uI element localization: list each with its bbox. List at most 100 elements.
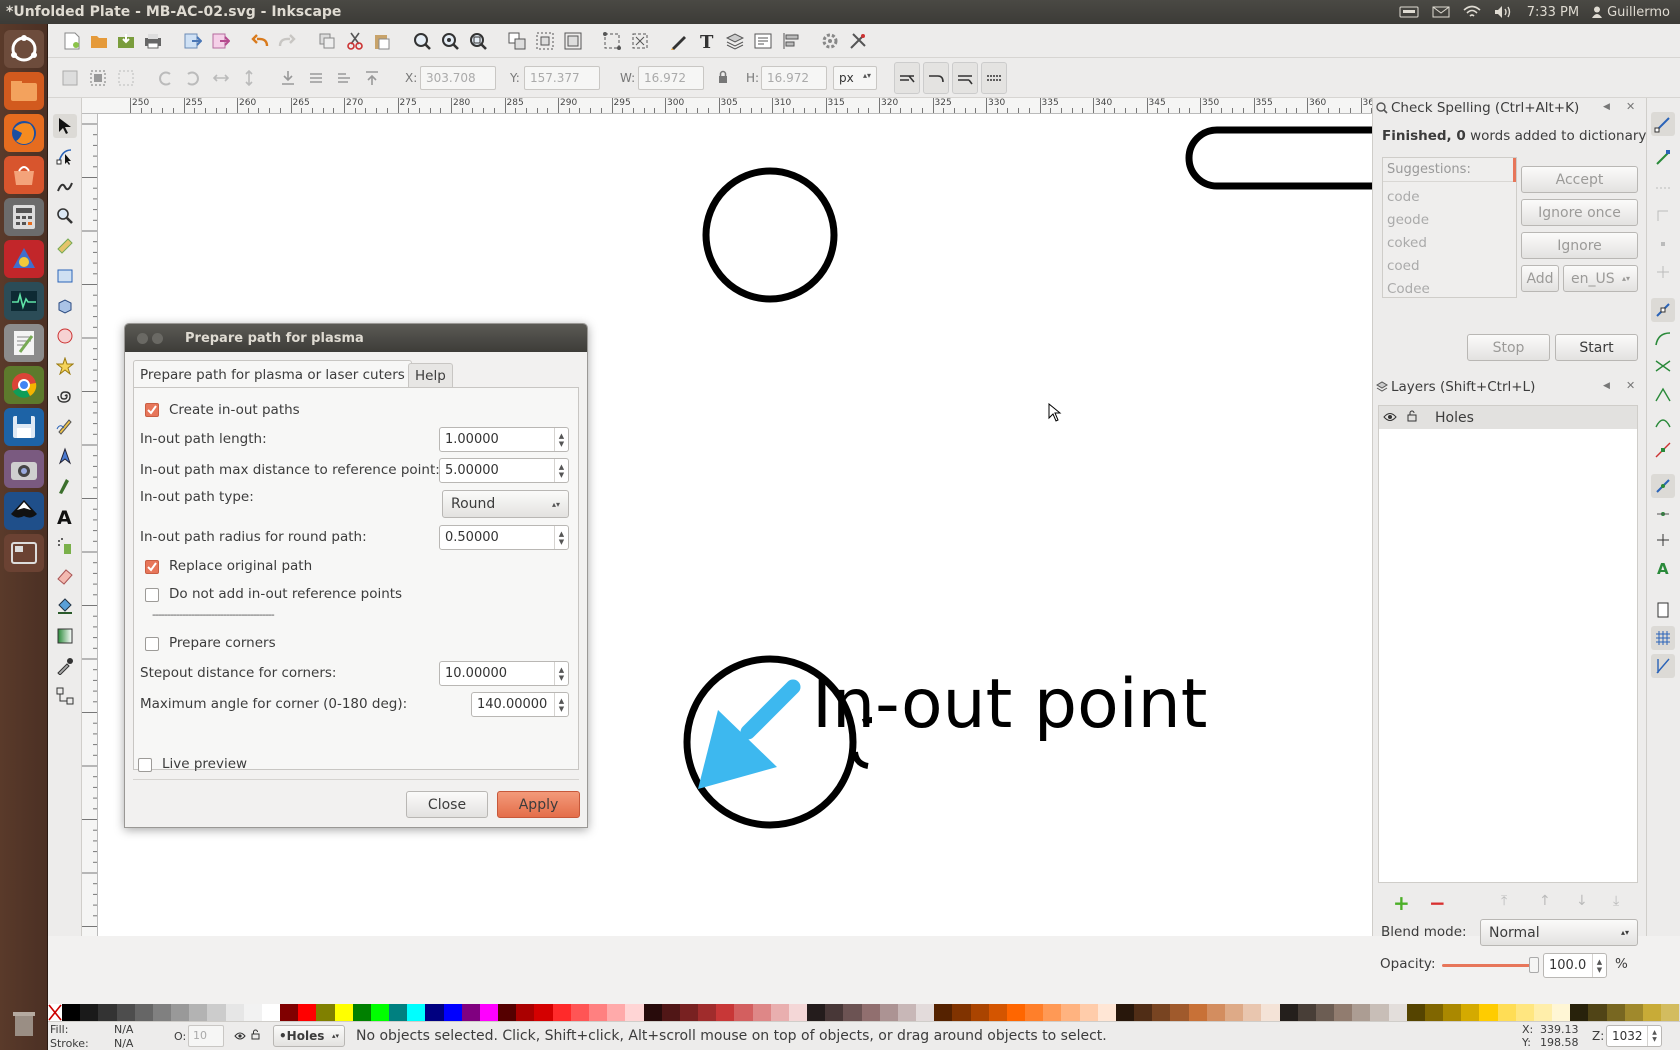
scale-stroke-icon[interactable] (894, 62, 920, 94)
lock-icon[interactable] (251, 1029, 260, 1044)
zoom-selection-icon[interactable] (411, 30, 433, 52)
layer-down-icon[interactable]: ↓ (1576, 893, 1588, 909)
snap-cusp-nodes-icon[interactable] (1651, 382, 1675, 406)
text-font-icon[interactable]: T (696, 30, 718, 52)
opacity-o-field[interactable]: 10 (188, 1025, 224, 1047)
ellipse-tool-icon[interactable] (53, 324, 77, 348)
color-swatch[interactable] (952, 1004, 971, 1021)
lower-icon[interactable] (305, 67, 327, 89)
inout-point-label[interactable]: In-out point (812, 671, 1207, 739)
layer-up-icon[interactable]: ↑ (1539, 893, 1551, 909)
snap-page-border-icon[interactable] (1651, 598, 1675, 622)
rotate-ccw-icon[interactable] (154, 67, 176, 89)
panel-iconify-icon[interactable]: ◀ (1603, 381, 1610, 391)
color-swatch[interactable] (916, 1004, 935, 1021)
connector-tool-icon[interactable] (53, 684, 77, 708)
snap-guides-icon[interactable] (1651, 654, 1675, 678)
spinner-arrows-icon[interactable]: ▲ ▼ (554, 662, 568, 685)
calculator-icon[interactable] (4, 198, 44, 236)
color-swatch[interactable] (1570, 1004, 1589, 1021)
color-swatch[interactable] (116, 1004, 135, 1021)
snap-paths-icon[interactable] (1651, 326, 1675, 350)
color-swatch[interactable] (1552, 1004, 1571, 1021)
print-icon[interactable] (142, 30, 164, 52)
color-swatch[interactable] (1424, 1004, 1444, 1021)
node-tool-icon[interactable] (53, 144, 77, 168)
create-inout-checkbox[interactable] (145, 403, 159, 417)
color-swatch[interactable] (225, 1004, 244, 1021)
color-swatch[interactable] (461, 1004, 480, 1021)
color-swatch[interactable] (679, 1004, 699, 1021)
color-swatch[interactable] (897, 1004, 917, 1021)
close-button[interactable]: Close (406, 791, 488, 818)
spinner-arrows-icon[interactable]: ▲ ▼ (554, 428, 568, 451)
color-swatch[interactable] (1461, 1004, 1480, 1021)
color-swatch[interactable] (1624, 1004, 1643, 1021)
color-swatch[interactable] (1025, 1004, 1044, 1021)
layer-top-icon[interactable]: ⤒ (1501, 893, 1507, 909)
wifi-icon[interactable] (1463, 5, 1481, 19)
snap-rotation-center-icon[interactable] (1651, 528, 1675, 552)
snap-nodes-icon[interactable] (1651, 298, 1675, 322)
suggestion-item[interactable]: geode (1387, 209, 1512, 232)
color-swatch[interactable] (516, 1004, 535, 1021)
ubuntu-dash-icon[interactable] (4, 30, 44, 68)
suggestion-item[interactable]: coked (1387, 232, 1512, 255)
color-swatch[interactable] (1297, 1004, 1316, 1021)
color-swatch[interactable] (1388, 1004, 1407, 1021)
color-swatch[interactable] (788, 1004, 808, 1021)
redo-icon[interactable] (276, 30, 298, 52)
document-properties-icon[interactable] (847, 30, 869, 52)
spinner-arrows-icon[interactable]: ▲ ▼ (554, 526, 568, 549)
align-icon[interactable] (601, 30, 623, 52)
color-swatch[interactable] (1115, 1004, 1135, 1021)
color-swatch[interactable] (1443, 1004, 1462, 1021)
workspace-icon[interactable] (4, 534, 44, 572)
preferences-icon[interactable] (819, 30, 841, 52)
color-swatch[interactable] (62, 1004, 81, 1021)
select-all-layers-icon[interactable] (87, 67, 109, 89)
color-swatch[interactable] (152, 1004, 172, 1021)
color-swatch[interactable] (134, 1004, 153, 1021)
pen-tool-icon[interactable] (53, 444, 77, 468)
text-tool-icon[interactable]: A (53, 504, 77, 528)
close-window-icon[interactable] (137, 332, 148, 344)
visibility-icon[interactable] (234, 1030, 246, 1045)
xml-editor-icon[interactable] (668, 30, 690, 52)
color-swatch[interactable] (1606, 1004, 1625, 1021)
color-swatch[interactable] (1188, 1004, 1207, 1021)
inkscape-icon[interactable] (4, 492, 44, 530)
panel-iconify-icon[interactable]: ◀ (1603, 102, 1610, 112)
color-swatch[interactable] (370, 1004, 390, 1021)
flip-vertical-icon[interactable] (238, 67, 260, 89)
chrome-icon[interactable] (4, 366, 44, 404)
color-swatch[interactable] (534, 1004, 553, 1021)
start-button[interactable]: Start (1555, 334, 1638, 361)
apply-button[interactable]: Apply (497, 791, 580, 818)
eye-icon[interactable] (1379, 410, 1401, 426)
clone-icon[interactable] (562, 30, 584, 52)
y-field[interactable]: 157.377 (524, 66, 600, 90)
color-swatch[interactable] (552, 1004, 571, 1021)
eraser-tool-icon[interactable] (53, 564, 77, 588)
color-swatch[interactable] (425, 1004, 444, 1021)
lock-icon[interactable] (718, 70, 728, 88)
deselect-icon[interactable] (115, 67, 137, 89)
snap-enable-icon[interactable] (1651, 112, 1675, 136)
mail-icon[interactable] (1432, 6, 1450, 18)
user-icon[interactable] (1592, 6, 1603, 18)
spinner-arrows-icon[interactable]: ▲ ▼ (554, 459, 568, 482)
dropper-tool-icon[interactable] (53, 654, 77, 678)
layers-list[interactable]: Holes (1378, 405, 1638, 883)
color-swatch[interactable] (1334, 1004, 1353, 1021)
color-swatch[interactable] (588, 1004, 608, 1021)
star-tool-icon[interactable] (53, 354, 77, 378)
color-swatch[interactable] (80, 1004, 99, 1021)
color-swatch[interactable] (1533, 1004, 1553, 1021)
open-icon[interactable] (88, 30, 110, 52)
raise-icon[interactable] (333, 67, 355, 89)
snap-bbox-midpoint-icon[interactable] (1651, 232, 1675, 256)
files-icon[interactable] (4, 72, 44, 110)
length-spinbox[interactable]: 1.00000 ▲ ▼ (439, 427, 569, 452)
color-swatch[interactable] (443, 1004, 462, 1021)
